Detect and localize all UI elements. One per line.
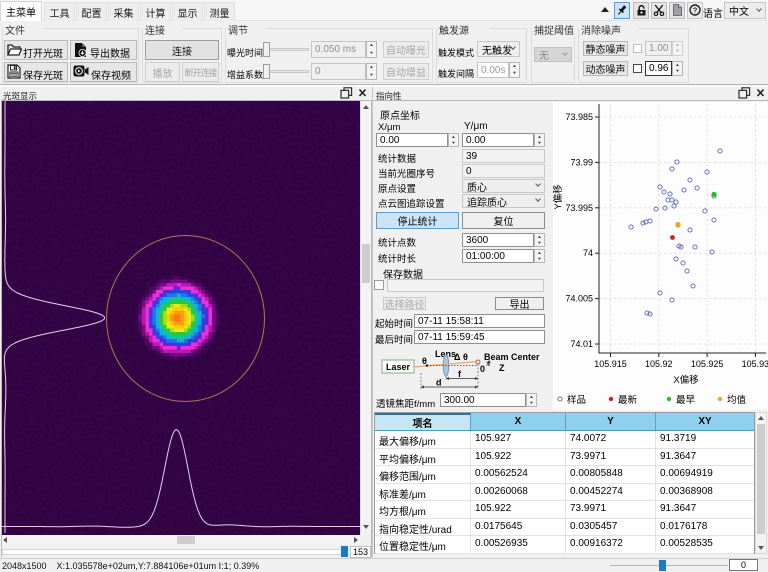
svg-text:105.915: 105.915 <box>594 359 627 369</box>
svg-text:74.005: 74.005 <box>565 294 593 304</box>
svg-text:105.93: 105.93 <box>742 359 768 369</box>
svg-text:均值: 均值 <box>727 394 747 406</box>
svg-text:Beam Center: Beam Center <box>484 352 540 362</box>
svg-text:73.99: 73.99 <box>570 157 593 167</box>
svg-text:105.925: 105.925 <box>691 359 724 369</box>
svg-text:Y偏移: Y偏移 <box>553 184 564 210</box>
svg-text:d: d <box>436 378 442 388</box>
svg-text:f: f <box>458 369 462 379</box>
svg-text:X偏移: X偏移 <box>673 374 699 386</box>
svg-text:最早: 最早 <box>676 395 696 406</box>
svg-text:最新: 最新 <box>618 394 638 406</box>
svg-text:Laser: Laser <box>386 362 411 372</box>
svg-text:样品: 样品 <box>567 394 586 406</box>
svg-text:105.92: 105.92 <box>645 359 673 369</box>
svg-text:?: ? <box>693 6 698 15</box>
svg-text:0: 0 <box>480 364 485 374</box>
svg-text:73.995: 73.995 <box>565 203 593 213</box>
svg-text:X: X <box>486 362 490 368</box>
svg-text:74: 74 <box>583 248 593 258</box>
svg-text:Δ θ: Δ θ <box>454 352 468 362</box>
svg-text:74.01: 74.01 <box>570 339 593 349</box>
svg-text:Z: Z <box>499 363 505 373</box>
svg-text:73.985: 73.985 <box>565 112 593 122</box>
